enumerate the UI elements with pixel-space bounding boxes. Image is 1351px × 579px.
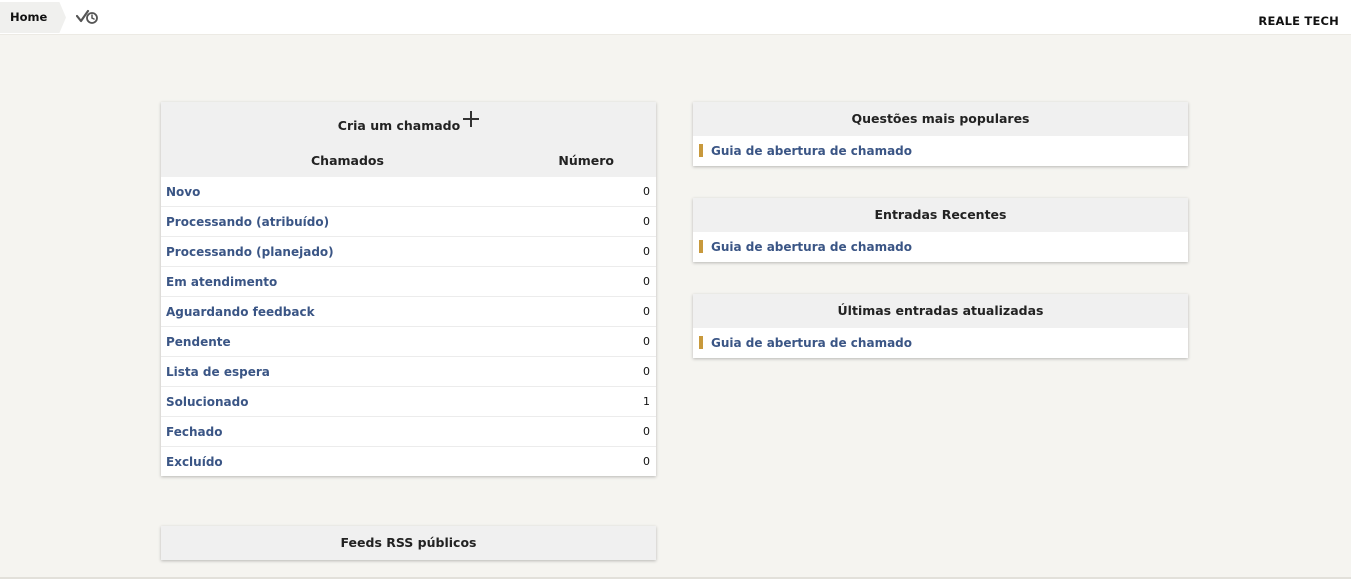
faq-entry-link[interactable]: Guia de abertura de chamado <box>711 144 912 158</box>
accent-bar <box>699 144 703 157</box>
faq-popular-panel: Questões mais populares Guia de abertura… <box>693 102 1188 166</box>
table-row: Solucionado 1 <box>161 387 656 417</box>
ticket-count: 0 <box>643 185 650 198</box>
breadcrumb-home[interactable]: Home <box>0 2 66 33</box>
ticket-status-link-pendente[interactable]: Pendente <box>166 335 231 349</box>
column-header-tickets: Chamados <box>311 153 384 168</box>
plus-icon[interactable] <box>463 111 480 127</box>
faq-entry-link[interactable]: Guia de abertura de chamado <box>711 336 912 350</box>
ticket-status-link-aguardando-feedback[interactable]: Aguardando feedback <box>166 305 315 319</box>
tickets-panel-header: Cria um chamado Chamados Número <box>161 102 656 177</box>
tickets-panel: Cria um chamado Chamados Número Novo 0 P… <box>161 102 656 476</box>
table-row: Excluído 0 <box>161 447 656 477</box>
ticket-status-link-solucionado[interactable]: Solucionado <box>166 395 249 409</box>
ticket-status-link-lista-de-espera[interactable]: Lista de espera <box>166 365 270 379</box>
ticket-status-link-em-atendimento[interactable]: Em atendimento <box>166 275 277 289</box>
ticket-count: 0 <box>643 335 650 348</box>
ticket-count: 0 <box>643 425 650 438</box>
rss-panel-title: Feeds RSS públicos <box>161 526 656 560</box>
ticket-status-link-excluido[interactable]: Excluído <box>166 455 223 469</box>
table-row: Pendente 0 <box>161 327 656 357</box>
brand-name: REALE TECH <box>1258 14 1339 28</box>
ticket-count: 0 <box>643 365 650 378</box>
accent-bar <box>699 336 703 349</box>
faq-recent-panel: Entradas Recentes Guia de abertura de ch… <box>693 198 1188 262</box>
ticket-count: 0 <box>643 455 650 468</box>
check-clock-icon[interactable] <box>76 8 100 26</box>
list-item: Guia de abertura de chamado <box>693 328 1188 358</box>
table-row: Lista de espera 0 <box>161 357 656 387</box>
faq-recent-title: Entradas Recentes <box>693 198 1188 232</box>
ticket-count: 0 <box>643 275 650 288</box>
ticket-status-link-fechado[interactable]: Fechado <box>166 425 222 439</box>
create-ticket-link[interactable]: Cria um chamado <box>338 118 460 133</box>
ticket-count: 1 <box>643 395 650 408</box>
table-row: Processando (atribuído) 0 <box>161 207 656 237</box>
faq-updated-title: Últimas entradas atualizadas <box>693 294 1188 328</box>
top-bar: Home REALE TECH <box>0 0 1351 35</box>
list-item: Guia de abertura de chamado <box>693 136 1188 166</box>
accent-bar <box>699 240 703 253</box>
table-row: Em atendimento 0 <box>161 267 656 297</box>
create-ticket-row: Cria um chamado <box>161 111 656 133</box>
ticket-count: 0 <box>643 245 650 258</box>
tickets-list: Novo 0 Processando (atribuído) 0 Process… <box>161 177 656 477</box>
column-header-number: Número <box>558 153 614 168</box>
table-row: Aguardando feedback 0 <box>161 297 656 327</box>
faq-updated-panel: Últimas entradas atualizadas Guia de abe… <box>693 294 1188 358</box>
table-row: Fechado 0 <box>161 417 656 447</box>
rss-panel: Feeds RSS públicos <box>161 526 656 560</box>
table-row: Novo 0 <box>161 177 656 207</box>
ticket-status-link-processando-planejado[interactable]: Processando (planejado) <box>166 245 334 259</box>
list-item: Guia de abertura de chamado <box>693 232 1188 262</box>
table-row: Processando (planejado) 0 <box>161 237 656 267</box>
faq-popular-title: Questões mais populares <box>693 102 1188 136</box>
ticket-count: 0 <box>643 215 650 228</box>
ticket-status-link-processando-atribuido[interactable]: Processando (atribuído) <box>166 215 329 229</box>
ticket-status-link-novo[interactable]: Novo <box>166 185 200 199</box>
faq-entry-link[interactable]: Guia de abertura de chamado <box>711 240 912 254</box>
ticket-count: 0 <box>643 305 650 318</box>
